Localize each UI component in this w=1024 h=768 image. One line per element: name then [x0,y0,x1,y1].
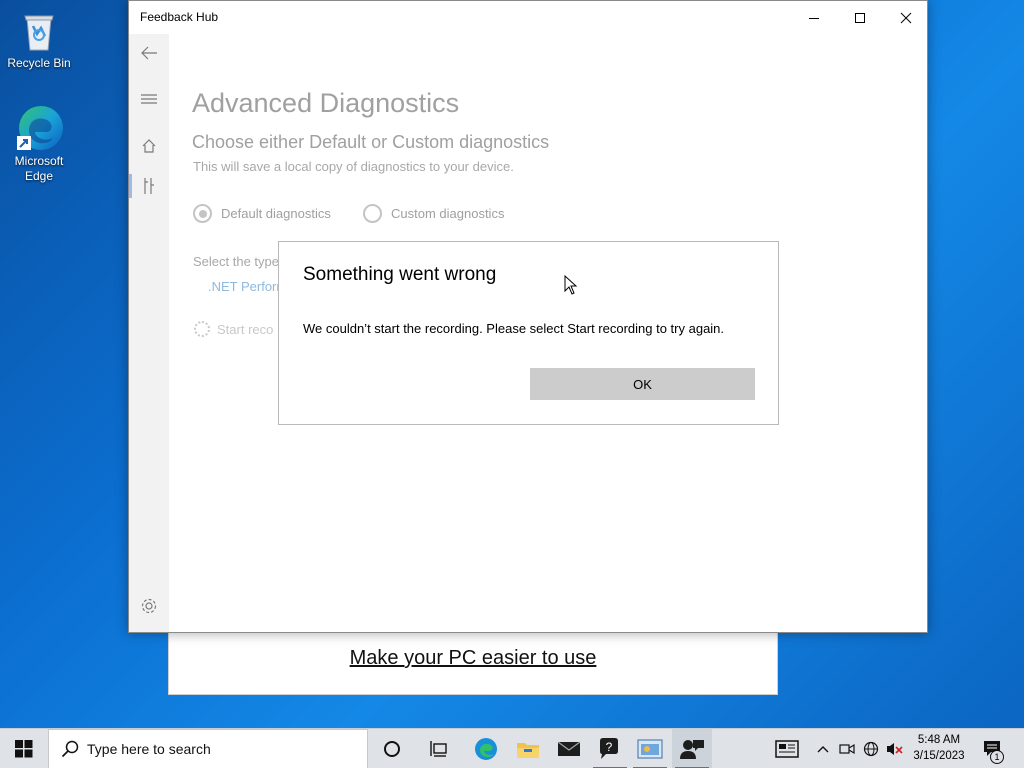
make-pc-easier-link[interactable]: Make your PC easier to use [169,647,777,670]
news-widget-button[interactable] [771,729,803,768]
ok-button[interactable]: OK [530,368,755,400]
radio-checked-icon [193,204,212,223]
nav-diagnostics[interactable] [129,171,169,201]
taskbar-app-window[interactable] [630,729,670,768]
folder-icon [517,743,539,758]
clock-date: 3/15/2023 [913,750,965,762]
search-placeholder: Type here to search [87,741,211,757]
desktop-icon-label: Microsoft [14,154,64,168]
start-button[interactable] [0,729,48,768]
loading-spinner-icon [194,321,210,337]
meet-now-button[interactable] [836,729,858,768]
maximize-button[interactable] [837,1,883,34]
section-description: This will save a local copy of diagnosti… [193,159,514,174]
notification-badge: 1 [990,750,1004,764]
maximize-icon [855,12,865,23]
radio-label: Default diagnostics [221,206,331,221]
taskbar-file-explorer[interactable] [508,729,548,768]
home-icon [142,139,156,153]
task-view-icon [430,741,447,757]
mouse-cursor-icon [564,274,578,300]
radio-custom-diagnostics[interactable]: Custom diagnostics [363,204,504,223]
back-button[interactable] [129,38,169,68]
nav-settings[interactable] [129,591,169,621]
desktop-icon-label: Edge [24,169,54,183]
title-bar[interactable]: Feedback Hub [129,1,927,34]
meet-now-icon [839,743,855,755]
search-icon [61,740,79,758]
svg-text:?: ? [606,740,613,754]
taskbar-mail[interactable] [549,729,589,768]
close-button[interactable] [883,1,929,34]
nav-home[interactable] [129,131,169,161]
volume-muted-icon [887,743,903,755]
minimize-button[interactable] [791,1,837,34]
gear-icon [141,598,157,614]
desktop-icon-microsoft-edge[interactable]: Microsoft Edge [1,104,77,184]
show-hidden-icons-button[interactable] [814,729,832,768]
volume-button[interactable] [884,729,906,768]
feedback-hub-icon: ? [600,738,618,759]
section-subtitle: Choose either Default or Custom diagnost… [192,132,550,152]
cortana-circle-icon [384,741,400,757]
start-recording-button[interactable]: Start reco [194,321,273,337]
edge-icon [15,104,63,152]
taskbar-feedback-hub[interactable]: ? [590,729,630,768]
edge-icon [475,738,497,760]
chevron-up-icon [817,746,829,753]
network-button[interactable] [860,729,882,768]
error-dialog: Something went wrong We couldn’t start t… [278,241,779,425]
desktop-icon-recycle-bin[interactable]: Recycle Bin [1,6,77,71]
cortana-button[interactable] [372,729,412,768]
taskbar-clock[interactable]: 5:48 AM 3/15/2023 [908,732,970,764]
taskbar-edge[interactable] [466,729,506,768]
app-window-icon [637,739,663,759]
taskbar-get-help[interactable] [672,729,712,768]
taskbar-search-box[interactable]: Type here to search [48,729,368,768]
desktop-icon-label: Recycle Bin [7,56,71,70]
select-type-label: Select the type [193,254,279,269]
back-arrow-icon [141,46,157,60]
start-recording-label: Start reco [217,321,274,337]
window-title: Feedback Hub [140,10,219,24]
news-icon [775,740,799,758]
menu-button[interactable] [129,84,169,114]
globe-icon [863,741,879,757]
dialog-message: We couldn’t start the recording. Please … [303,321,725,336]
recycle-bin-icon [15,6,63,54]
select-type-item[interactable]: .NET Perform [208,279,287,294]
minimize-icon [809,17,819,19]
clock-time: 5:48 AM [917,734,961,746]
radio-unchecked-icon [363,204,382,223]
mail-icon [557,741,581,756]
dialog-title: Something went wrong [303,264,497,285]
windows-logo-icon [15,740,33,758]
hamburger-icon [141,94,157,104]
close-icon [900,12,912,23]
notifications-button[interactable]: 1 [978,729,1008,768]
navigation-rail [129,34,169,632]
taskbar: Type here to search ? 5:48 AM 3/15/2023 [0,728,1024,768]
get-help-icon [680,740,704,759]
task-view-button[interactable] [420,729,460,768]
radio-label: Custom diagnostics [391,206,505,221]
radio-default-diagnostics[interactable]: Default diagnostics [193,204,331,223]
page-title: Advanced Diagnostics [192,88,460,118]
tools-icon [144,178,154,194]
